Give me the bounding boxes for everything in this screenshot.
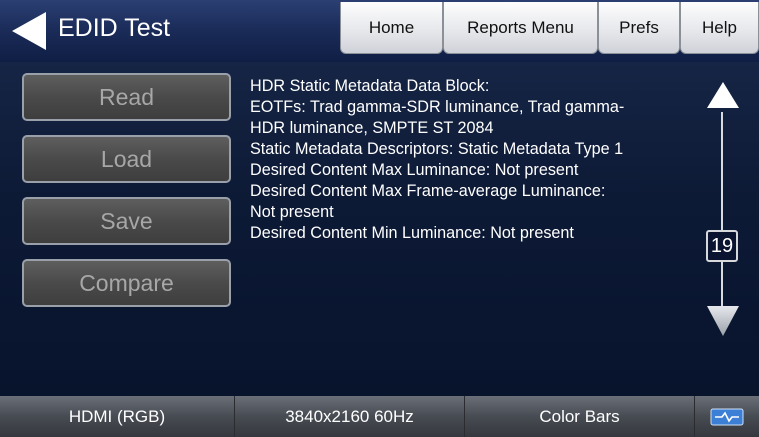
content-line: EOTFs: Trad gamma-SDR luminance, Trad ga… [250,98,625,116]
page-title: EDID Test [58,14,171,42]
edid-details-text: HDR Static Metadata Data Block: EOTFs: T… [250,76,700,244]
tab-reports-menu[interactable]: Reports Menu [443,2,598,54]
content-line: Desired Content Min Luminance: Not prese… [250,224,574,242]
content-line: Not present [250,203,334,221]
status-bar: HDMI (RGB) 3840x2160 60Hz Color Bars [0,396,759,437]
header-bar: EDID Test Home Reports Menu Prefs Help [0,0,759,62]
scroll-down-icon[interactable] [705,304,741,338]
content-line: Static Metadata Descriptors: Static Meta… [250,140,624,158]
connection-icon [710,408,744,425]
page-number: 19 [706,230,738,262]
compare-button[interactable]: Compare [22,259,231,307]
connection-status[interactable] [695,396,759,437]
back-arrow-icon[interactable] [8,10,48,52]
scroll-track[interactable] [721,112,723,312]
content-line: HDR Static Metadata Data Block: [250,77,490,95]
content-line: Desired Content Max Luminance: Not prese… [250,161,579,179]
interface-status[interactable]: HDMI (RGB) [0,396,235,437]
tab-help[interactable]: Help [680,2,759,54]
resolution-status[interactable]: 3840x2160 60Hz [235,396,465,437]
load-button[interactable]: Load [22,135,231,183]
tab-home[interactable]: Home [340,2,443,54]
scroll-up-icon[interactable] [705,80,741,110]
save-button[interactable]: Save [22,197,231,245]
content-line: HDR luminance, SMPTE ST 2084 [250,119,494,137]
read-button[interactable]: Read [22,73,231,121]
tab-prefs[interactable]: Prefs [598,2,680,54]
top-nav-tabs: Home Reports Menu Prefs Help [340,0,759,58]
content-line: Desired Content Max Frame-average Lumina… [250,182,606,200]
pattern-status[interactable]: Color Bars [465,396,695,437]
